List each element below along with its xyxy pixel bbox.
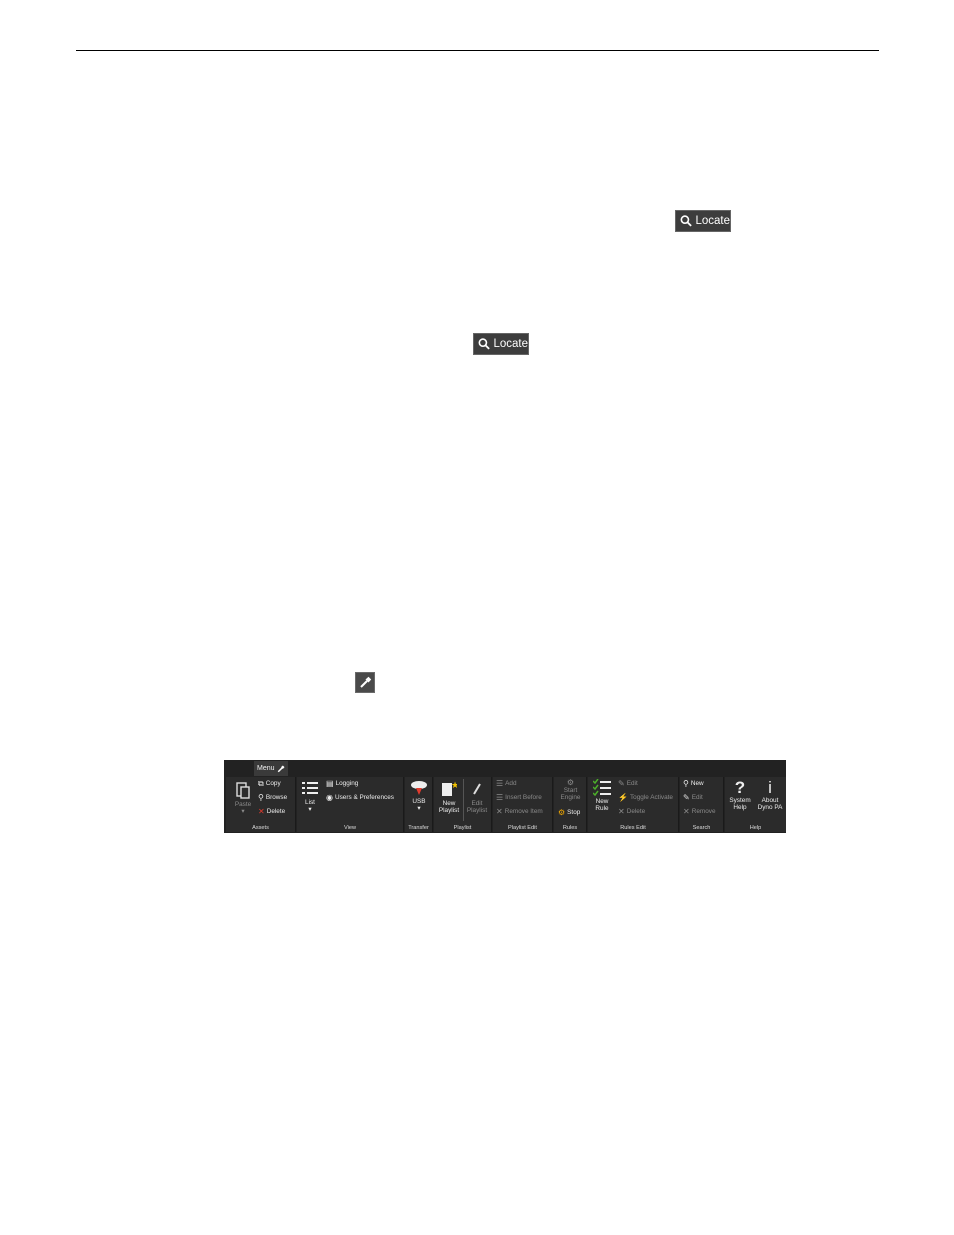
insert-icon: ☰ <box>496 793 504 802</box>
remove-x-icon: ✕ <box>496 807 503 816</box>
insert-before-button[interactable]: ☰ Insert Before <box>496 793 542 802</box>
group-label: Playlist Edit <box>508 825 537 831</box>
stop-button[interactable]: ⚙ Stop <box>558 808 580 817</box>
info-icon: i <box>768 778 772 797</box>
search-new-button[interactable]: ⚲ New <box>683 779 704 788</box>
group-playlist: ★ New Playlist Edit Playlist Playlist <box>434 777 492 832</box>
group-rules: ⚙ Start Engine ⚙ Stop Rules <box>554 777 587 832</box>
remove-item-button[interactable]: ✕ Remove Item <box>496 807 543 816</box>
paste-button[interactable]: Paste ▾ <box>230 781 256 815</box>
engine-icon: ⚙ <box>566 778 575 787</box>
logging-button[interactable]: ▤ Logging <box>326 779 358 788</box>
list-icon <box>302 782 318 794</box>
group-label: Search <box>692 825 711 831</box>
list-button[interactable]: List ▾ <box>300 781 320 813</box>
group-label: Assets <box>252 825 269 831</box>
pencil-icon <box>473 783 481 795</box>
copy-icon: ⧉ <box>258 779 264 788</box>
search-remove-button[interactable]: ✕ Remove <box>683 807 716 816</box>
pencil-icon: ✎ <box>618 779 625 788</box>
remove-x-icon: ✕ <box>683 807 690 816</box>
group-label: View <box>343 825 357 831</box>
group-label: Help <box>749 825 762 831</box>
delete-rule-button[interactable]: ✕ Delete <box>618 807 645 816</box>
users-preferences-button[interactable]: ◉ Users & Preferences <box>326 793 394 802</box>
group-assets: Paste ▾ ⧉ Copy ⚲ Browse ✕ Delete Assets <box>226 777 296 832</box>
pencil-icon: ✎ <box>683 793 690 802</box>
menu-tab[interactable]: Menu <box>254 761 288 776</box>
edit-playlist-button[interactable]: Edit Playlist <box>464 780 490 814</box>
new-playlist-button[interactable]: ★ New Playlist <box>436 780 462 814</box>
group-search: ⚲ New ✎ Edit ✕ Remove Search <box>680 777 724 832</box>
delete-button[interactable]: ✕ Delete <box>258 807 285 816</box>
toggle-activate-button[interactable]: ⚡ Toggle Activate <box>618 793 673 802</box>
group-label: Rules Edit <box>620 825 646 831</box>
wrench-icon <box>277 764 285 772</box>
clipboard-icon <box>236 782 250 799</box>
locate-label: Locate <box>695 215 730 227</box>
ribbon-toolbar: Menu Paste ▾ ⧉ Copy ⚲ Browse ✕ Delete Assets <box>224 760 786 833</box>
usb-icon <box>411 781 427 795</box>
users-icon: ◉ <box>326 793 333 802</box>
search-icon: ⚲ <box>683 779 689 788</box>
copy-button[interactable]: ⧉ Copy <box>258 779 281 788</box>
system-help-button[interactable]: ? System Help <box>726 778 754 812</box>
about-button[interactable]: i About Dyno PA <box>755 778 785 812</box>
new-playlist-icon: ★ <box>442 781 459 796</box>
wrench-icon <box>359 676 371 688</box>
edit-rule-button[interactable]: ✎ Edit <box>618 779 638 788</box>
usb-button[interactable]: USB ▾ <box>407 780 431 812</box>
add-button[interactable]: ☰ Add <box>496 779 517 788</box>
search-icon: ⚲ <box>258 793 264 802</box>
search-edit-button[interactable]: ✎ Edit <box>683 793 703 802</box>
locate-button[interactable]: Locate <box>473 333 529 355</box>
group-label: Playlist <box>453 825 472 831</box>
stop-icon: ⚙ <box>558 808 566 817</box>
group-label: Transfer <box>408 825 429 831</box>
group-help: ? System Help i About Dyno PA Help <box>725 777 786 832</box>
group-transfer: USB ▾ Transfer <box>405 777 433 832</box>
header-rule <box>76 50 879 51</box>
toggle-icon: ⚡ <box>618 793 628 802</box>
magnifier-icon <box>680 215 692 227</box>
start-engine-button[interactable]: ⚙ Start Engine <box>556 778 585 802</box>
tools-button[interactable] <box>355 672 375 693</box>
delete-x-icon: ✕ <box>258 807 265 816</box>
logging-icon: ▤ <box>326 779 334 788</box>
group-view: List ▾ ▤ Logging ◉ Users & Preferences View <box>297 777 404 832</box>
browse-button[interactable]: ⚲ Browse <box>258 793 287 802</box>
group-playlist-edit: ☰ Add ☰ Insert Before ✕ Remove Item Playlis… <box>493 777 553 832</box>
locate-label: Locate <box>493 338 528 350</box>
question-icon: ? <box>734 778 746 797</box>
locate-button[interactable]: Locate <box>675 210 731 232</box>
group-label: Rules <box>562 825 578 831</box>
delete-x-icon: ✕ <box>618 807 625 816</box>
magnifier-icon <box>478 338 490 350</box>
new-rule-button[interactable]: New Rule <box>590 778 614 812</box>
add-icon: ☰ <box>496 779 504 788</box>
svg-text:★: ★ <box>451 781 457 791</box>
group-rules-edit: New Rule ✎ Edit ⚡ Toggle Activate ✕ Delete … <box>588 777 679 832</box>
checklist-icon <box>592 778 611 797</box>
